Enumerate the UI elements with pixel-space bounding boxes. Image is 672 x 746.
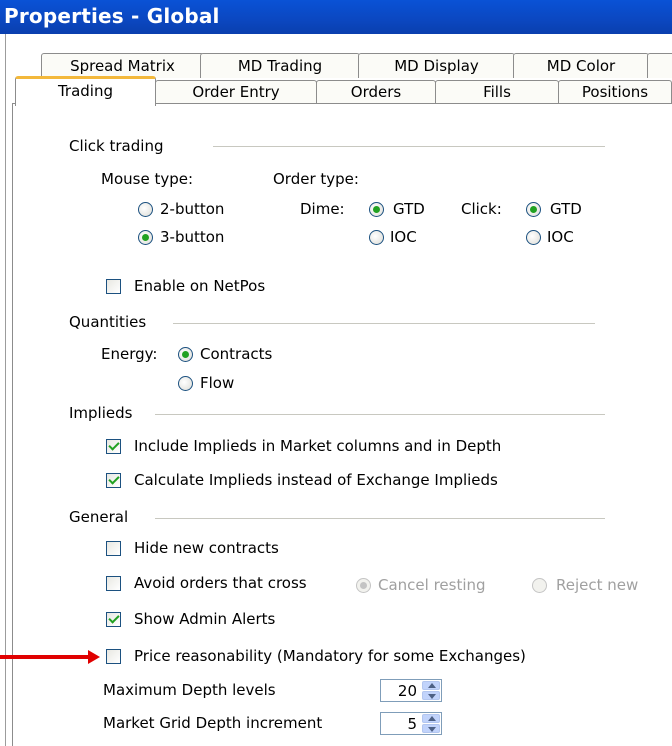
click-label: Click: — [461, 200, 502, 218]
group-header-click-trading: Click trading — [69, 137, 164, 155]
spin-up-icon[interactable] — [422, 681, 440, 690]
checkbox-hide-new-contracts-label: Hide new contracts — [134, 539, 279, 557]
radio-dime-gtd[interactable] — [369, 202, 384, 217]
radio-click-ioc[interactable] — [526, 230, 541, 245]
tab-positions[interactable]: Positions — [558, 80, 672, 104]
radio-3-button-label: 3-button — [160, 228, 225, 246]
tab-label: Order Entry — [192, 83, 280, 101]
spin-down-icon[interactable] — [422, 724, 440, 733]
dime-label: Dime: — [300, 200, 345, 218]
order-type-label: Order type: — [273, 170, 359, 188]
tab-fills[interactable]: Fills — [435, 80, 559, 104]
tab-label: MD Display — [394, 57, 479, 75]
group-divider — [155, 414, 605, 415]
tab-orders[interactable]: Orders — [316, 80, 436, 104]
checkbox-include-implieds[interactable] — [106, 439, 121, 454]
radio-3-button[interactable] — [138, 230, 153, 245]
checkbox-show-admin-alerts[interactable] — [106, 612, 121, 627]
radio-2-button-label: 2-button — [160, 200, 225, 218]
group-divider — [155, 518, 605, 519]
spinner-buttons — [422, 681, 440, 700]
checkbox-price-reasonability-label: Price reasonability (Mandatory for some … — [134, 647, 526, 665]
checkbox-enable-netpos[interactable] — [106, 279, 121, 294]
tab-label: Positions — [581, 83, 649, 101]
radio-click-gtd[interactable] — [526, 202, 541, 217]
group-header-general: General — [69, 508, 129, 526]
checkbox-hide-new-contracts[interactable] — [106, 541, 121, 556]
grid-depth-value: 5 — [407, 715, 417, 733]
checkbox-calculate-implieds-label: Calculate Implieds instead of Exchange I… — [134, 471, 498, 489]
mouse-type-label: Mouse type: — [101, 170, 193, 188]
radio-dime-ioc[interactable] — [369, 230, 384, 245]
title-bar[interactable]: Properties - Global — [0, 0, 672, 34]
tab-label: Orders — [350, 83, 402, 101]
spin-up-icon[interactable] — [422, 714, 440, 723]
window-title: Properties - Global — [4, 4, 220, 28]
radio-energy-flow-label: Flow — [200, 374, 235, 392]
radio-cancel-resting-label: Cancel resting — [378, 576, 486, 594]
tab-md-trading[interactable]: MD Trading — [200, 53, 360, 78]
group-header-quantities: Quantities — [69, 313, 147, 331]
radio-reject-new[interactable] — [532, 578, 547, 593]
tab-trading[interactable]: Trading — [15, 76, 156, 106]
spin-down-icon[interactable] — [422, 691, 440, 700]
tab-spread-matrix[interactable]: Spread Matrix — [41, 53, 204, 78]
checkbox-enable-netpos-label: Enable on NetPos — [134, 277, 266, 295]
radio-cancel-resting[interactable] — [356, 578, 371, 593]
tab-label: Trading — [57, 82, 114, 100]
annotation-arrow — [0, 655, 92, 659]
radio-energy-flow[interactable] — [178, 376, 193, 391]
checkbox-include-implieds-label: Include Implieds in Market columns and i… — [134, 437, 502, 455]
tab-md-display[interactable]: MD Display — [358, 53, 515, 78]
radio-click-ioc-label: IOC — [547, 228, 574, 246]
tab-more[interactable] — [647, 53, 672, 78]
max-depth-label: Maximum Depth levels — [103, 681, 276, 699]
radio-energy-contracts[interactable] — [178, 347, 193, 362]
radio-energy-contracts-label: Contracts — [200, 345, 273, 363]
checkbox-avoid-orders-cross-label: Avoid orders that cross — [134, 574, 307, 592]
group-header-implieds: Implieds — [69, 404, 133, 422]
group-divider — [213, 146, 605, 147]
tab-label: Spread Matrix — [70, 57, 175, 75]
checkbox-calculate-implieds[interactable] — [106, 473, 121, 488]
tab-md-color[interactable]: MD Color — [513, 53, 649, 78]
checkbox-show-admin-alerts-label: Show Admin Alerts — [134, 610, 276, 628]
radio-click-gtd-label: GTD — [550, 200, 582, 218]
energy-label: Energy: — [101, 345, 158, 363]
max-depth-value: 20 — [397, 682, 417, 700]
checkbox-avoid-orders-cross[interactable] — [106, 576, 121, 591]
tab-label: MD Trading — [237, 57, 323, 75]
tab-order-entry[interactable]: Order Entry — [155, 80, 317, 104]
arrow-head-icon — [88, 650, 100, 664]
radio-dime-ioc-label: IOC — [390, 228, 417, 246]
tab-label: Fills — [483, 83, 511, 101]
grid-depth-label: Market Grid Depth increment — [103, 714, 323, 732]
checkbox-price-reasonability[interactable] — [106, 649, 121, 664]
radio-reject-new-label: Reject new — [556, 576, 639, 594]
group-divider — [173, 323, 595, 324]
radio-2-button[interactable] — [138, 202, 153, 217]
grid-depth-spinner[interactable]: 5 — [380, 712, 442, 735]
spinner-buttons — [422, 714, 440, 733]
max-depth-spinner[interactable]: 20 — [380, 679, 442, 702]
radio-dime-gtd-label: GTD — [393, 200, 425, 218]
tab-label: MD Color — [546, 57, 616, 75]
